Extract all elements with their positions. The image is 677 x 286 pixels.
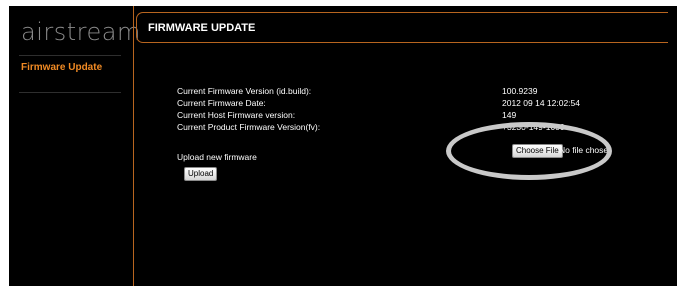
upload-button[interactable]: Upload (184, 167, 218, 181)
host-firmware-value: 149 (502, 110, 517, 120)
page-title: FIRMWARE UPDATE (148, 22, 256, 34)
sidebar: airstream Firmware Update (9, 6, 140, 286)
sidebar-separator (133, 6, 134, 286)
choose-file-button[interactable]: Choose File (512, 144, 563, 158)
sidebar-item-firmware-update[interactable]: Firmware Update (21, 62, 102, 73)
firmware-date-value: 2012 09 14 12:02:54 (502, 98, 580, 108)
upload-firmware-label: Upload new firmware (177, 152, 257, 162)
firmware-version-label: Current Firmware Version (id.build): (177, 86, 312, 96)
sidebar-divider (19, 55, 121, 56)
firmware-version-value: 100.9239 (502, 86, 538, 96)
product-firmware-label: Current Product Firmware Version(fv): (177, 122, 321, 132)
file-status-text: No file chosen (559, 145, 607, 155)
page-header: FIRMWARE UPDATE (136, 12, 668, 43)
airstream-logo: airstream (21, 18, 141, 46)
host-firmware-label: Current Host Firmware version: (177, 110, 296, 120)
sidebar-divider (19, 92, 121, 93)
firmware-date-label: Current Firmware Date: (177, 98, 266, 108)
product-firmware-value: +3230-149-1000 (502, 122, 565, 132)
